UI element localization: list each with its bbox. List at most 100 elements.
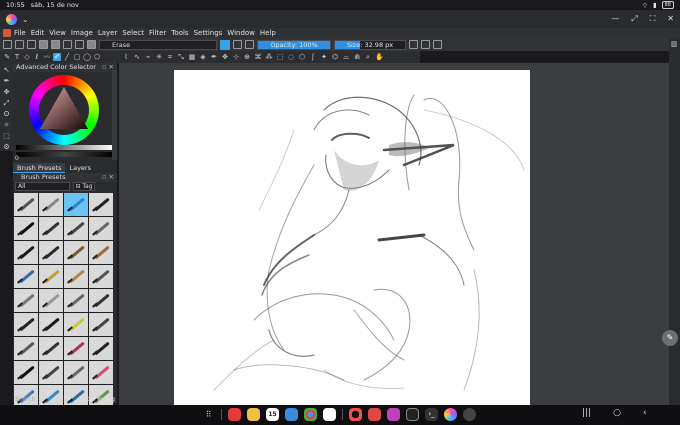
brush-preset[interactable]	[64, 217, 88, 240]
selection-icon[interactable]: ⬚	[3, 132, 11, 140]
brush-preset[interactable]	[14, 241, 38, 264]
transform-icon[interactable]: ⤢	[3, 99, 11, 107]
contiguous-select-icon[interactable]: ✦	[320, 53, 328, 61]
app-icon-purple[interactable]	[387, 408, 400, 421]
freehand-icon[interactable]: 〰	[43, 53, 51, 61]
ellipse-tool-icon[interactable]: ◯	[83, 53, 91, 61]
brush-preset-selected[interactable]	[64, 193, 88, 216]
drawing-canvas[interactable]	[174, 70, 530, 405]
lasso-icon[interactable]: ʘ	[3, 110, 11, 118]
back-icon[interactable]: ‹	[643, 408, 647, 418]
rect-select-icon[interactable]: ⬚	[276, 53, 284, 61]
app-icon-red[interactable]	[228, 408, 241, 421]
polygon-tool-icon[interactable]: ⬠	[93, 53, 101, 61]
menu-window[interactable]: Window	[227, 29, 255, 37]
color-wheel-area[interactable]	[13, 72, 117, 150]
app-icon-white[interactable]	[323, 408, 336, 421]
tag-filter-select[interactable]: All	[15, 182, 70, 191]
tab-layers[interactable]: Layers	[65, 163, 95, 173]
brush-preset[interactable]	[14, 217, 38, 240]
home-icon[interactable]: ○	[613, 408, 621, 418]
reference-tool-icon[interactable]: ⊕	[243, 53, 251, 61]
ellipse-select-icon[interactable]: ◌	[287, 53, 295, 61]
app-menu-icon[interactable]	[3, 29, 11, 37]
freehand-brush-tool-icon[interactable]: ✐	[53, 53, 61, 61]
brush-preset[interactable]	[89, 313, 113, 336]
history-gradient-bar[interactable]	[16, 152, 114, 157]
similar-select-icon[interactable]: ⌬	[331, 53, 339, 61]
gradient-tool-icon[interactable]: ▦	[188, 53, 196, 61]
brush-tool-icon[interactable]: ✎	[3, 53, 11, 61]
dynamic-brush-icon[interactable]: ⌁	[144, 53, 152, 61]
smart-patch-icon[interactable]: ⌘	[254, 53, 262, 61]
brush-preset[interactable]	[39, 217, 63, 240]
recent-apps-icon[interactable]: |||	[582, 408, 591, 418]
pattern-swatch-icon[interactable]	[51, 40, 60, 49]
tag-button[interactable]: ⊟ Tag	[73, 182, 95, 191]
docker-scrollbar[interactable]	[112, 70, 117, 160]
floating-edit-button[interactable]: ✎	[662, 330, 678, 346]
size-slider[interactable]: Size: 32.98 px	[334, 39, 406, 50]
app-icon-youtube[interactable]	[368, 408, 381, 421]
fullscreen-icon[interactable]: ⛶	[650, 14, 656, 24]
app-drawer-icon[interactable]: ⠿	[202, 408, 215, 421]
magnetic-select-icon[interactable]: ⋒	[353, 53, 361, 61]
brush-preset[interactable]	[64, 241, 88, 264]
menu-image[interactable]: Image	[71, 29, 93, 37]
transform-tool-icon[interactable]: ⤡	[177, 53, 185, 61]
brush-preset[interactable]	[14, 337, 38, 360]
terminal-app-icon[interactable]: ›_	[425, 408, 438, 421]
brush-preset[interactable]	[39, 337, 63, 360]
chrome-app-icon[interactable]	[304, 408, 317, 421]
pan-tool-icon[interactable]: ⁂	[265, 53, 273, 61]
tab-brush-presets[interactable]: Brush Presets	[13, 163, 66, 173]
fill-tool-icon[interactable]: ◈	[199, 53, 207, 61]
menu-view[interactable]: View	[49, 29, 66, 37]
freehand-select-icon[interactable]: ʃ	[309, 53, 317, 61]
brush-preset[interactable]	[89, 265, 113, 288]
menu-edit[interactable]: Edit	[31, 29, 45, 37]
color-picker-icon[interactable]: ✒	[210, 53, 218, 61]
brush-preset[interactable]	[89, 193, 113, 216]
brush-preset[interactable]	[14, 361, 38, 384]
brush-preset[interactable]	[39, 361, 63, 384]
brush-preset[interactable]	[14, 289, 38, 312]
brush-preset[interactable]	[89, 361, 113, 384]
open-document-icon[interactable]	[15, 40, 24, 49]
line-tool-icon[interactable]: ╱	[63, 53, 71, 61]
wrap-around-icon[interactable]	[433, 40, 442, 49]
calendar-app-icon[interactable]: 15	[266, 408, 279, 421]
settings-gear-icon[interactable]: ⚙	[3, 143, 11, 151]
eraser-mode-button[interactable]	[220, 39, 230, 50]
brush-preset[interactable]	[64, 265, 88, 288]
menu-help[interactable]: Help	[260, 29, 276, 37]
brush-search-input[interactable]: Search	[15, 396, 36, 405]
brush-preset[interactable]	[89, 241, 113, 264]
brush-preset[interactable]	[14, 265, 38, 288]
bezier-select-icon[interactable]: ⌓	[342, 53, 350, 61]
shape-edit-icon[interactable]: ◇	[23, 53, 31, 61]
krita-app-icon[interactable]	[444, 408, 457, 421]
minimize-icon[interactable]: —	[611, 14, 619, 24]
brush-preset[interactable]	[64, 313, 88, 336]
new-document-icon[interactable]	[3, 40, 12, 49]
menu-layer[interactable]: Layer	[98, 29, 118, 37]
bezier-icon[interactable]: ∿	[133, 53, 141, 61]
app-icon-messages[interactable]	[285, 408, 298, 421]
menu-filter[interactable]: Filter	[149, 29, 166, 37]
poly-select-icon[interactable]: ⬡	[298, 53, 306, 61]
pan-hand-icon[interactable]: ✋	[375, 53, 384, 61]
docker-toggle-icon[interactable]: ▥	[670, 40, 678, 48]
menu-select[interactable]: Select	[122, 29, 144, 37]
calligraphy-icon[interactable]: ℓ	[33, 53, 41, 61]
brush-preset[interactable]	[14, 313, 38, 336]
save-icon[interactable]	[27, 40, 36, 49]
polyline-icon[interactable]: ⌇	[122, 53, 130, 61]
measure-tool-icon[interactable]: ⊹	[232, 53, 240, 61]
gradient-swatch-icon[interactable]	[39, 40, 48, 49]
brush-preset-field[interactable]: Erase	[99, 39, 217, 50]
select-shapes-icon[interactable]: ↖	[3, 66, 11, 74]
gear-app-icon[interactable]	[463, 408, 476, 421]
brush-preset[interactable]	[39, 265, 63, 288]
filter-in-tag-checkbox[interactable]: Filter in Tag	[81, 396, 115, 405]
